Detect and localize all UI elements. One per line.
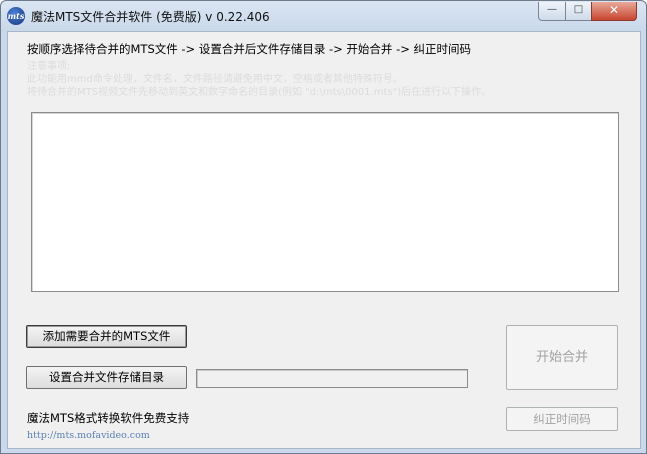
file-list-box[interactable] [31,112,619,292]
website-link[interactable]: http://mts.mofavideo.com [27,430,150,441]
notes-line: 将待合并的MTS视频文件先移动到英文和数字命名的目录(例如 "d:\mts\00… [27,87,492,98]
support-text: 魔法MTS格式转换软件免费支持 [27,411,190,425]
window-title: 魔法MTS文件合并软件 (免费版) v 0.22.406 [31,10,270,24]
mts-logo-icon[interactable]: mts [7,7,25,25]
title-bar[interactable]: mts 魔法MTS文件合并软件 (免费版) v 0.22.406 — □ ✕ [1,1,646,31]
app-window: mts 魔法MTS文件合并软件 (免费版) v 0.22.406 — □ ✕ 按… [0,0,647,454]
minimize-button[interactable]: — [538,2,566,21]
close-button[interactable]: ✕ [591,2,637,21]
minimize-icon: — [547,4,557,15]
notes-block: 注意事项: 此功能用mmd命令处理，文件名，文件路径请避免用中文，空格或者其他特… [27,60,491,99]
notes-line: 此功能用mmd命令处理，文件名，文件路径请避免用中文，空格或者其他特殊符号。 [27,74,403,85]
maximize-icon: □ [573,4,584,15]
close-icon: ✕ [608,3,620,17]
add-files-button[interactable]: 添加需要合并的MTS文件 [26,325,187,348]
notes-heading: 注意事项: [27,61,71,72]
output-path-field[interactable] [196,369,468,388]
instructions-text: 按顺序选择待合并的MTS文件 -> 设置合并后文件存储目录 -> 开始合并 ->… [27,42,472,56]
client-area: 按顺序选择待合并的MTS文件 -> 设置合并后文件存储目录 -> 开始合并 ->… [7,31,641,449]
start-merge-button[interactable]: 开始合并 [506,325,618,390]
set-output-dir-button[interactable]: 设置合并文件存储目录 [26,366,187,389]
fix-timecode-button[interactable]: 纠正时间码 [506,407,618,431]
maximize-button[interactable]: □ [565,2,592,21]
